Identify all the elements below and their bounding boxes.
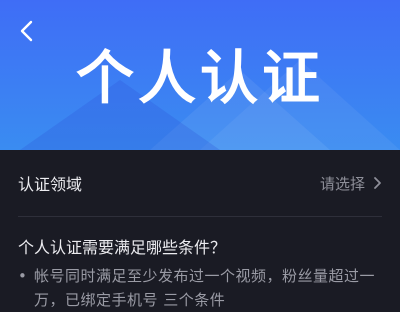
main-content: 认证领域 请选择 个人认证需要满足哪些条件？ • 帐号同时满足至少发布过一个视频…: [0, 150, 400, 309]
field-label: 认证领域: [18, 175, 83, 194]
page-title: 个人认证: [75, 44, 324, 112]
requirements-title: 个人认证需要满足哪些条件？: [18, 238, 227, 257]
chevron-left-icon: [20, 20, 33, 42]
header-banner: 个人认证: [0, 0, 400, 150]
back-button[interactable]: [12, 16, 40, 46]
field-value: 请选择: [319, 174, 365, 193]
field-selector[interactable]: 请选择: [320, 173, 382, 194]
list-item: • 帐号同时满足至少发布过一个视频，粉丝量超过一万，已绑定手机号 三个条件: [18, 264, 386, 312]
bullet-icon: •: [18, 267, 27, 285]
chevron-right-icon: [374, 177, 381, 189]
certification-field-row[interactable]: 认证领域 请选择: [18, 150, 382, 217]
requirement-text: 帐号同时满足至少发布过一个视频，粉丝量超过一万，已绑定手机号 三个条件: [34, 267, 376, 309]
